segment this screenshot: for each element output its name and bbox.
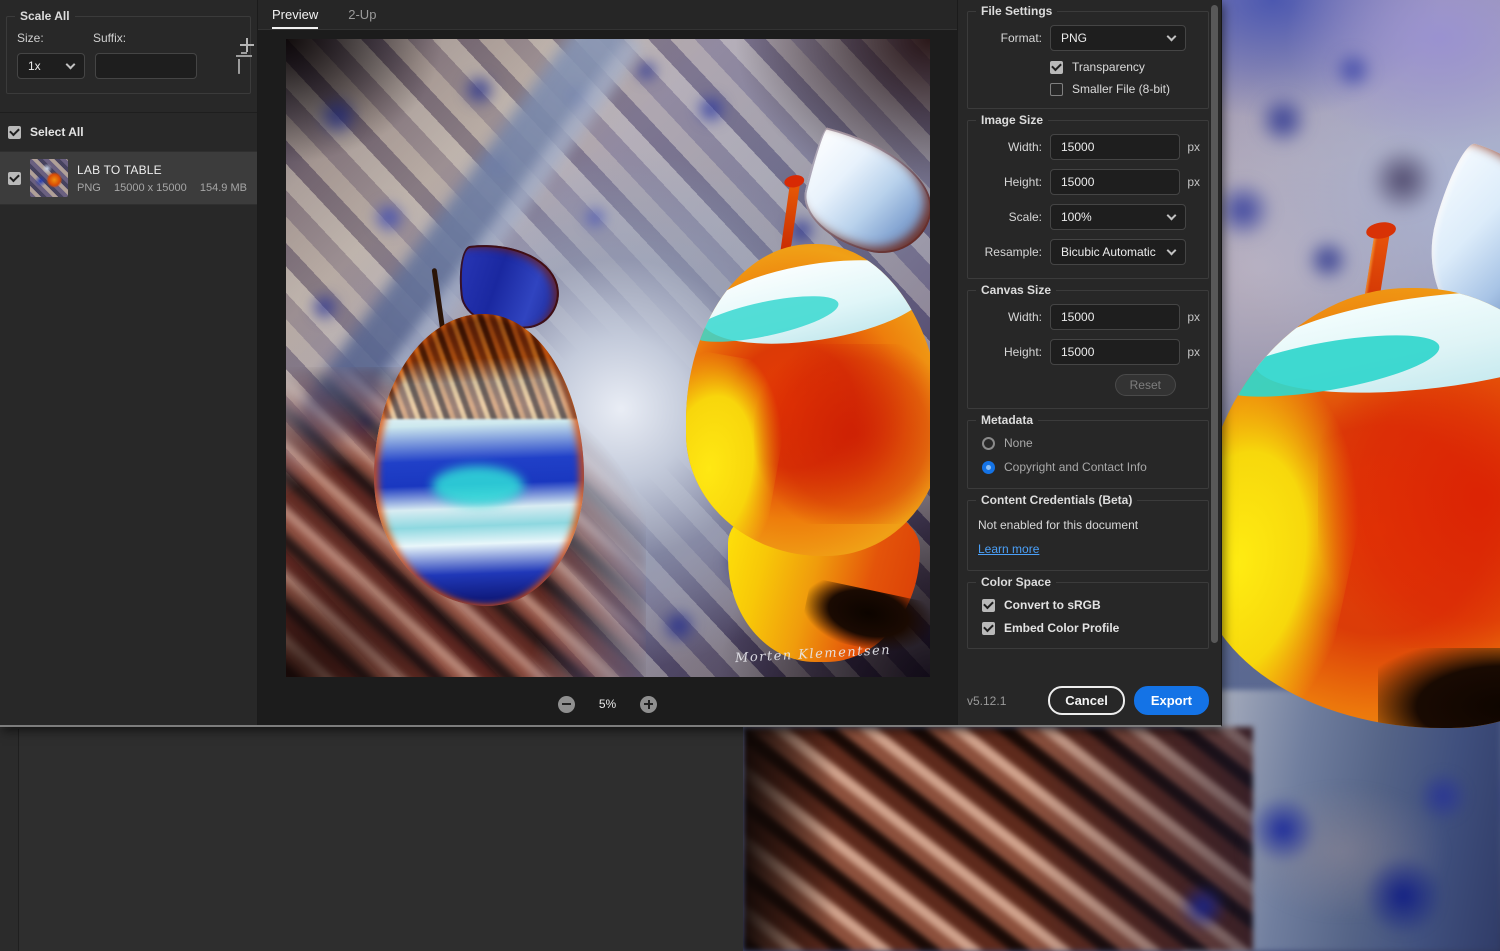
- metadata-none-label: None: [1004, 436, 1033, 450]
- select-all-label: Select All: [30, 125, 84, 139]
- metadata-none-radio[interactable]: [982, 436, 995, 450]
- color-space-section: Color Space Convert to sRGB Embed Color …: [967, 575, 1209, 649]
- scale-all-legend: Scale All: [15, 9, 75, 23]
- content-credentials-legend: Content Credentials (Beta): [976, 493, 1138, 507]
- chevron-down-icon: [1166, 210, 1177, 221]
- file-settings-legend: File Settings: [976, 4, 1058, 18]
- blue-apple-body-shape: [373, 314, 584, 606]
- zoom-in-button[interactable]: [640, 695, 658, 713]
- canvas-width-input[interactable]: [1061, 310, 1170, 324]
- metadata-copyright-label: Copyright and Contact Info: [1004, 460, 1147, 474]
- image-size-legend: Image Size: [976, 113, 1049, 127]
- canvas-size-legend: Canvas Size: [976, 283, 1057, 297]
- tab-2-up[interactable]: 2-Up: [348, 0, 376, 29]
- artwork-navy-blobs-layer: [1103, 730, 1500, 951]
- photoshop-export-screen: Scale All Size: Suffix: 1x Select All LA…: [0, 0, 1500, 951]
- big-apple-body-shape: [1198, 288, 1500, 728]
- metadata-section: Metadata None Copyright and Contact Info: [967, 413, 1209, 489]
- dialog-scrollbar[interactable]: [1211, 5, 1218, 643]
- image-width-unit: px: [1187, 140, 1200, 154]
- file-settings-section: File Settings Format: PNG Transparency S…: [967, 4, 1209, 109]
- format-label: Format:: [1000, 31, 1042, 45]
- delete-scale-button[interactable]: [238, 59, 240, 74]
- chevron-down-icon: [1166, 245, 1177, 256]
- smaller-file-label: Smaller File (8-bit): [1072, 82, 1171, 96]
- export-settings-panel: File Settings Format: PNG Transparency S…: [958, 0, 1221, 725]
- zoom-controls: 5%: [258, 683, 957, 725]
- learn-more-link[interactable]: Learn more: [978, 542, 1039, 556]
- big-apple-shape: [1198, 227, 1500, 728]
- zoom-out-button[interactable]: [557, 695, 575, 713]
- export-button[interactable]: Export: [1133, 686, 1209, 715]
- file-item-format: PNG: [77, 181, 101, 194]
- canvas-height-unit: px: [1187, 345, 1200, 359]
- file-item-name: LAB TO TABLE: [77, 162, 162, 177]
- format-dropdown[interactable]: PNG: [1050, 25, 1186, 51]
- convert-srgb-checkbox[interactable]: [982, 598, 995, 612]
- canvas-height-label: Height:: [1003, 345, 1042, 359]
- scale-label: Scale:: [1008, 210, 1042, 224]
- scale-all-section: Scale All Size: Suffix: 1x: [6, 9, 251, 94]
- preview-stage: Morten Klementsen: [258, 30, 957, 683]
- preview-panel: Preview 2-Up Morten Klementsen 5%: [258, 0, 958, 725]
- image-height-unit: px: [1187, 175, 1200, 189]
- orange-apple-shape: [685, 126, 930, 674]
- tab-preview[interactable]: Preview: [272, 0, 319, 29]
- export-left-panel: Scale All Size: Suffix: 1x Select All LA…: [0, 0, 258, 725]
- file-list-item[interactable]: LAB TO TABLE PNG 15000 x 15000 154.9 MB: [0, 151, 257, 205]
- metadata-copyright-radio[interactable]: [982, 460, 995, 474]
- embed-profile-label: Embed Color Profile: [1004, 621, 1120, 635]
- transparency-checkbox[interactable]: [1050, 60, 1063, 74]
- resample-label: Resample:: [984, 245, 1042, 259]
- select-all-row: Select All: [0, 113, 257, 151]
- file-item-thumbnail: [30, 159, 68, 197]
- embed-profile-checkbox[interactable]: [982, 621, 995, 635]
- image-width-input[interactable]: [1061, 140, 1170, 154]
- transparency-label: Transparency: [1072, 60, 1145, 74]
- color-space-legend: Color Space: [976, 575, 1057, 589]
- image-size-section: Image Size Width: px Height: px Sca: [967, 113, 1209, 279]
- content-credentials-status: Not enabled for this document: [978, 518, 1139, 532]
- suffix-input-wrap: [95, 53, 197, 79]
- smaller-file-checkbox[interactable]: [1050, 82, 1063, 96]
- image-width-label: Width:: [1007, 140, 1042, 154]
- content-credentials-section: Content Credentials (Beta) Not enabled f…: [967, 493, 1209, 571]
- canvas-width-label: Width:: [1007, 310, 1042, 324]
- preview-tabbar: Preview 2-Up: [258, 0, 957, 30]
- orange-apple-body-shape: [685, 244, 930, 556]
- image-height-input[interactable]: [1061, 175, 1170, 189]
- suffix-input[interactable]: [106, 59, 186, 73]
- canvas-size-section: Canvas Size Width: px Height: px Re: [967, 283, 1209, 409]
- version-text: v5.12.1: [967, 693, 1007, 708]
- cancel-button[interactable]: Cancel: [1048, 686, 1125, 715]
- reset-button[interactable]: Reset: [1114, 374, 1176, 396]
- size-label: Size:: [17, 31, 44, 45]
- scale-size-dropdown[interactable]: 1x: [17, 53, 85, 79]
- file-item-filesize: 154.9 MB: [199, 181, 247, 194]
- trash-icon: [238, 59, 240, 74]
- background-toolbar-strip: [0, 729, 19, 951]
- preview-image[interactable]: Morten Klementsen: [285, 39, 930, 677]
- dialog-footer: v5.12.1 Cancel Export: [967, 678, 1209, 715]
- convert-srgb-label: Convert to sRGB: [1004, 598, 1101, 612]
- suffix-label: Suffix:: [93, 31, 127, 45]
- zoom-level: 5%: [598, 697, 617, 711]
- file-item-checkbox[interactable]: [8, 171, 21, 185]
- resample-dropdown[interactable]: Bicubic Automatic: [1050, 239, 1186, 265]
- select-all-checkbox[interactable]: [8, 125, 21, 139]
- canvas-height-input[interactable]: [1061, 345, 1170, 359]
- canvas-width-unit: px: [1187, 310, 1200, 324]
- export-as-dialog: Scale All Size: Suffix: 1x Select All LA…: [0, 0, 1222, 727]
- file-item-dimensions: 15000 x 15000: [113, 181, 187, 194]
- chevron-down-icon: [65, 59, 76, 70]
- metadata-legend: Metadata: [976, 413, 1039, 427]
- blue-apple-shape: [373, 237, 588, 619]
- scale-dropdown[interactable]: 100%: [1050, 204, 1186, 230]
- image-height-label: Height:: [1003, 175, 1042, 189]
- chevron-down-icon: [1166, 31, 1177, 42]
